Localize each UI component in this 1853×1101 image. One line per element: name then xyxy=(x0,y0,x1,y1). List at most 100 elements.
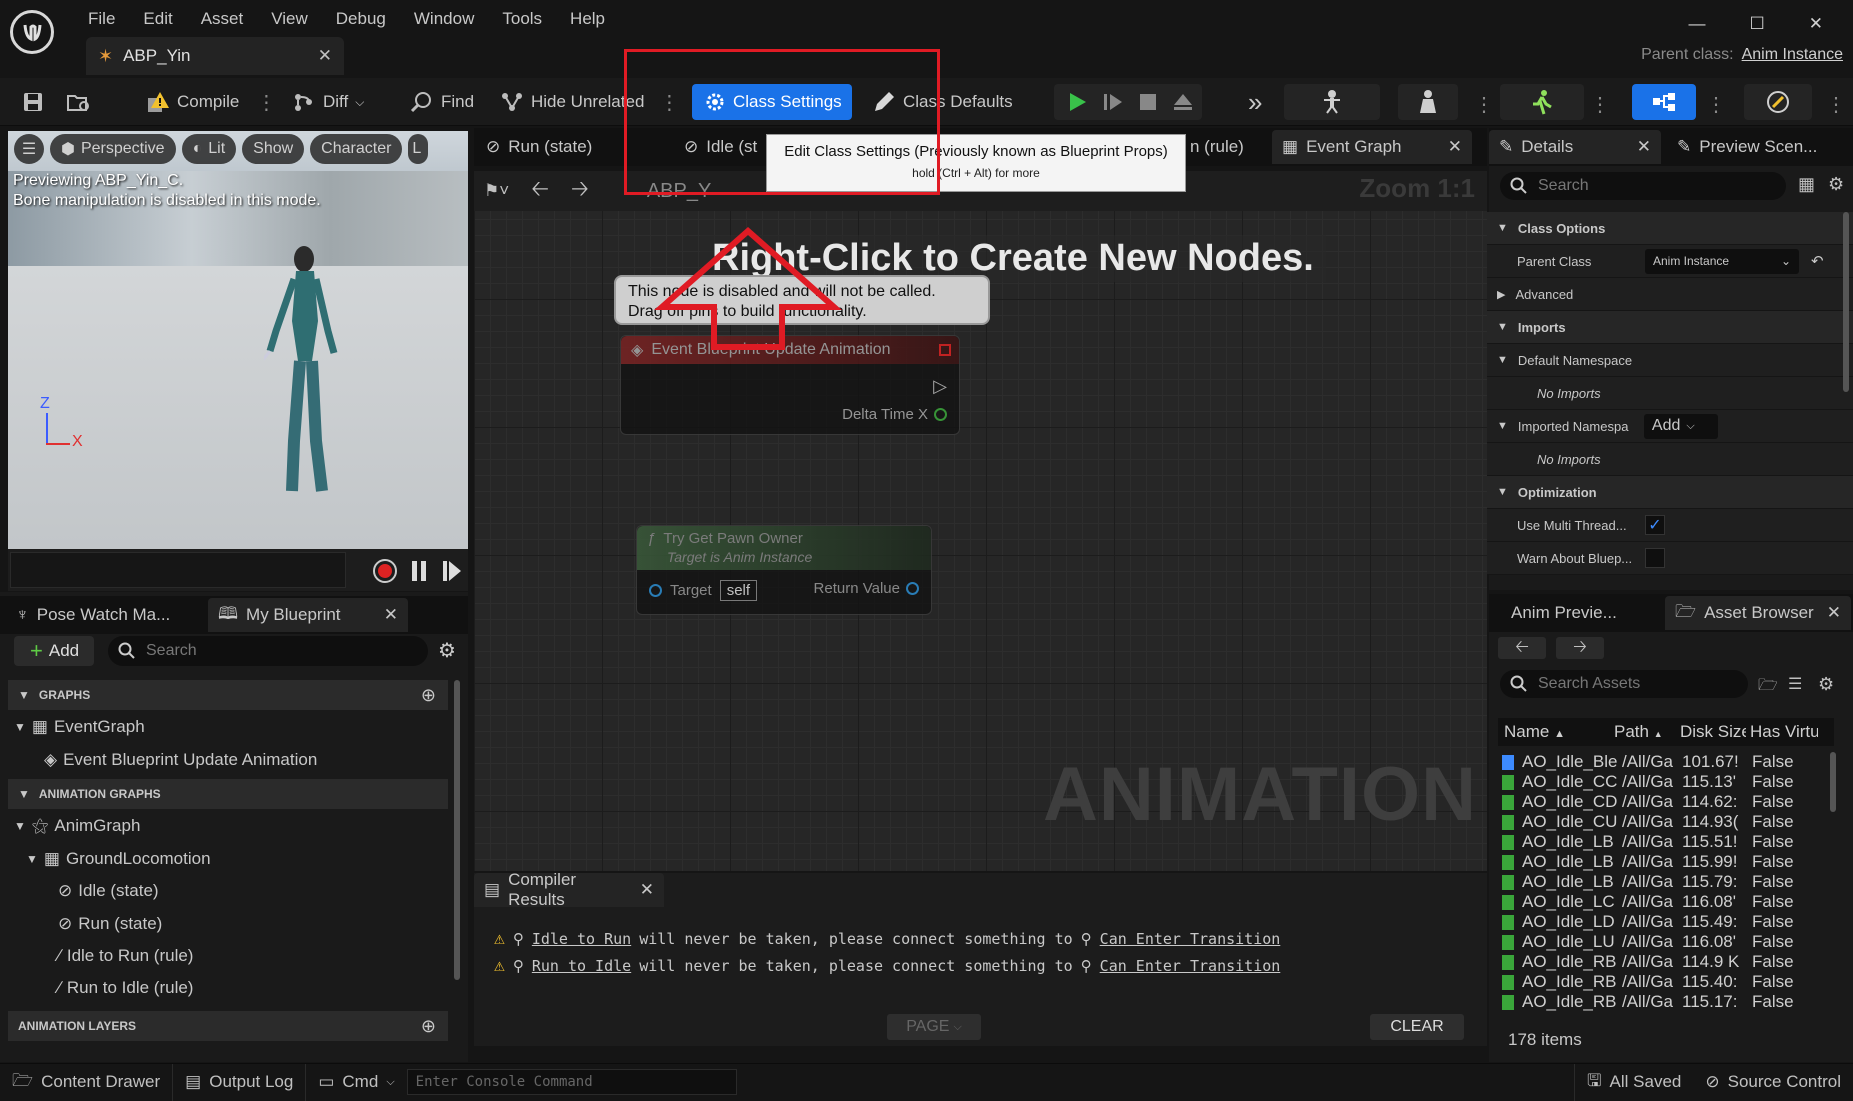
more-options-icon[interactable]: ⋮ xyxy=(1826,92,1846,117)
col-disk-size[interactable]: Disk Size xyxy=(1676,722,1746,742)
forward-icon[interactable] xyxy=(442,560,462,582)
timeline-scrubber[interactable] xyxy=(10,552,346,588)
character-button[interactable]: Character xyxy=(310,134,403,164)
unreal-logo-icon[interactable] xyxy=(10,10,54,54)
perspective-button[interactable]: ⬢ Perspective xyxy=(50,134,176,164)
back-arrow-icon[interactable]: 🡠 xyxy=(1498,637,1546,659)
source-control-button[interactable]: ⊘ Source Control xyxy=(1693,1064,1853,1101)
tab-details[interactable]: ✎ Details ✕ xyxy=(1489,130,1661,164)
tab-transition-rule[interactable]: n (rule) xyxy=(1180,130,1254,164)
tree-idle-to-run[interactable]: ∕ Idle to Run (rule) xyxy=(58,941,193,971)
details-search[interactable]: Search xyxy=(1500,172,1786,200)
tab-pose-watch[interactable]: ♆ Pose Watch Ma... xyxy=(6,598,180,632)
section-optimization[interactable]: ▼ Optimization xyxy=(1487,476,1853,509)
tree-idle-state[interactable]: ⊘ Idle (state) xyxy=(58,876,159,906)
forward-arrow-icon[interactable]: 🡢 xyxy=(1556,637,1604,659)
lit-button[interactable]: ◐ Lit xyxy=(181,134,237,164)
filter-icon[interactable]: ☰ xyxy=(1788,674,1802,694)
console-input[interactable]: Enter Console Command xyxy=(406,1069,737,1095)
pause-icon[interactable] xyxy=(410,560,428,582)
close-icon[interactable]: ✕ xyxy=(640,880,654,900)
details-scrollbar[interactable] xyxy=(1843,212,1849,392)
try-get-pawn-owner-node[interactable]: ƒ Try Get Pawn Owner Target is Anim Insta… xyxy=(636,525,932,615)
blueprint-mode-button[interactable] xyxy=(1632,84,1696,120)
more-options-icon[interactable]: ⋮ xyxy=(1706,92,1726,117)
add-circle-icon[interactable]: ⊕ xyxy=(421,685,436,706)
menu-debug[interactable]: Debug xyxy=(322,9,400,29)
compile-button[interactable]: Compile ⋮ xyxy=(146,84,276,120)
tab-my-blueprint[interactable]: 🕮 My Blueprint ✕ xyxy=(208,598,408,632)
play-icon[interactable] xyxy=(1066,91,1088,113)
menu-window[interactable]: Window xyxy=(400,9,488,29)
close-icon[interactable]: ✕ xyxy=(1448,137,1462,157)
mesh-mode-button[interactable] xyxy=(1398,84,1458,120)
asset-row[interactable]: AO_Idle_CD/All/Ga 114.62: False xyxy=(1502,792,1832,812)
grid-view-icon[interactable]: ▦ xyxy=(1798,174,1815,195)
use-multi-checkbox[interactable]: ✓ xyxy=(1645,515,1665,535)
message-target-link[interactable]: Can Enter Transition xyxy=(1100,957,1281,975)
menu-tools[interactable]: Tools xyxy=(488,9,556,29)
asset-row[interactable]: AO_Idle_LD/All/Ga 115.49: False xyxy=(1502,912,1832,932)
asset-row[interactable]: AO_Idle_LB/All/Ga 115.51! False xyxy=(1502,832,1832,852)
parent-class-link[interactable]: Anim Instance xyxy=(1742,46,1843,64)
browse-button[interactable] xyxy=(66,84,92,120)
add-button[interactable]: + Add xyxy=(14,636,94,666)
target-pin[interactable]: Target self xyxy=(649,580,758,601)
close-icon[interactable]: ✕ xyxy=(1827,603,1841,623)
menu-edit[interactable]: Edit xyxy=(129,9,186,29)
asset-row[interactable]: AO_Idle_CU/All/Ga 114.93(False xyxy=(1502,812,1832,832)
compile-options-icon[interactable]: ⋮ xyxy=(256,90,276,115)
step-icon[interactable] xyxy=(1102,91,1124,113)
page-button[interactable]: PAGE ⌵ xyxy=(887,1014,981,1040)
lod-button[interactable]: L xyxy=(408,134,429,164)
exec-out-pin-icon[interactable]: ▷ xyxy=(933,376,947,397)
minimize-icon[interactable]: — xyxy=(1689,14,1706,34)
content-drawer-button[interactable]: 🗁 Content Drawer xyxy=(0,1063,174,1101)
back-arrow-icon[interactable]: 🡠 xyxy=(531,172,549,210)
tab-compiler-results[interactable]: ▤ Compiler Results ✕ xyxy=(474,870,664,909)
asset-row[interactable]: AO_Idle_RB/All/Ga 115.17: False xyxy=(1502,992,1832,1012)
event-graph-canvas[interactable]: ⚑˅ 🡠 🡢 ABP_Y Zoom 1:1 Right-Click to Cre… xyxy=(474,171,1487,871)
tree-ground-locomotion[interactable]: ▼ ▦ GroundLocomotion xyxy=(26,844,211,874)
clear-button[interactable]: CLEAR xyxy=(1370,1014,1464,1040)
asset-row[interactable]: AO_Idle_CC/All/Ga 115.13' False xyxy=(1502,772,1832,792)
more-toolbar-icon[interactable]: » xyxy=(1248,84,1262,120)
tab-asset-browser[interactable]: 🗁 Asset Browser ✕ xyxy=(1665,596,1851,630)
menu-view[interactable]: View xyxy=(257,9,322,29)
asset-search[interactable]: Search Assets xyxy=(1500,670,1748,698)
add-namespace-button[interactable]: Add ⌵ xyxy=(1643,413,1718,439)
delegate-pin-icon[interactable] xyxy=(939,344,951,356)
settings-gear-icon[interactable]: ⚙ xyxy=(1818,674,1834,695)
close-icon[interactable]: ✕ xyxy=(1637,137,1651,157)
add-circle-icon[interactable]: ⊕ xyxy=(421,1016,436,1037)
diff-button[interactable]: Diff ⌵ xyxy=(292,84,364,120)
menu-asset[interactable]: Asset xyxy=(187,9,258,29)
close-icon[interactable]: ✕ xyxy=(318,46,332,66)
forward-arrow-icon[interactable]: 🡢 xyxy=(571,172,589,210)
physics-mode-button[interactable] xyxy=(1744,84,1812,120)
tab-event-graph[interactable]: ▦ Event Graph ✕ xyxy=(1272,130,1472,164)
message-link[interactable]: Run to Idle xyxy=(532,957,631,975)
section-class-options[interactable]: ▼ Class Options xyxy=(1487,212,1853,245)
asset-row[interactable]: AO_Idle_LC/All/Ga 116.08' False xyxy=(1502,892,1832,912)
find-button[interactable]: Find xyxy=(410,84,474,120)
tree-anim-graph[interactable]: ▼ ⚝ AnimGraph xyxy=(14,811,140,841)
section-graphs[interactable]: ▼ GRAPHS ⊕ xyxy=(8,680,448,710)
section-imports[interactable]: ▼ Imports xyxy=(1487,311,1853,344)
message-target-link[interactable]: Can Enter Transition xyxy=(1100,930,1281,948)
delta-time-pin[interactable]: Delta Time X xyxy=(842,406,947,423)
message-link[interactable]: Idle to Run xyxy=(532,930,631,948)
hamburger-menu-icon[interactable]: ☰ xyxy=(14,134,44,164)
preview-viewport[interactable]: ☰ ⬢ Perspective ◐ Lit Show Character L Pre… xyxy=(8,131,468,549)
output-log-button[interactable]: ▤ Output Log xyxy=(173,1063,307,1101)
section-animation-layers[interactable]: ANIMATION LAYERS ⊕ xyxy=(8,1011,448,1041)
settings-gear-icon[interactable]: ⚙ xyxy=(438,638,456,663)
asset-row[interactable]: AO_Idle_RB/All/Ga 114.9 K False xyxy=(1502,952,1832,972)
col-has-virtual[interactable]: Has Virtu xyxy=(1746,722,1818,742)
save-button[interactable] xyxy=(22,84,44,120)
col-path[interactable]: Path ▲ xyxy=(1610,722,1676,742)
folder-icon[interactable]: 🗁 xyxy=(1758,674,1778,701)
close-window-icon[interactable]: ✕ xyxy=(1809,14,1823,34)
col-name[interactable]: Name ▲ xyxy=(1498,722,1610,742)
tree-run-to-idle[interactable]: ∕ Run to Idle (rule) xyxy=(58,973,193,1003)
